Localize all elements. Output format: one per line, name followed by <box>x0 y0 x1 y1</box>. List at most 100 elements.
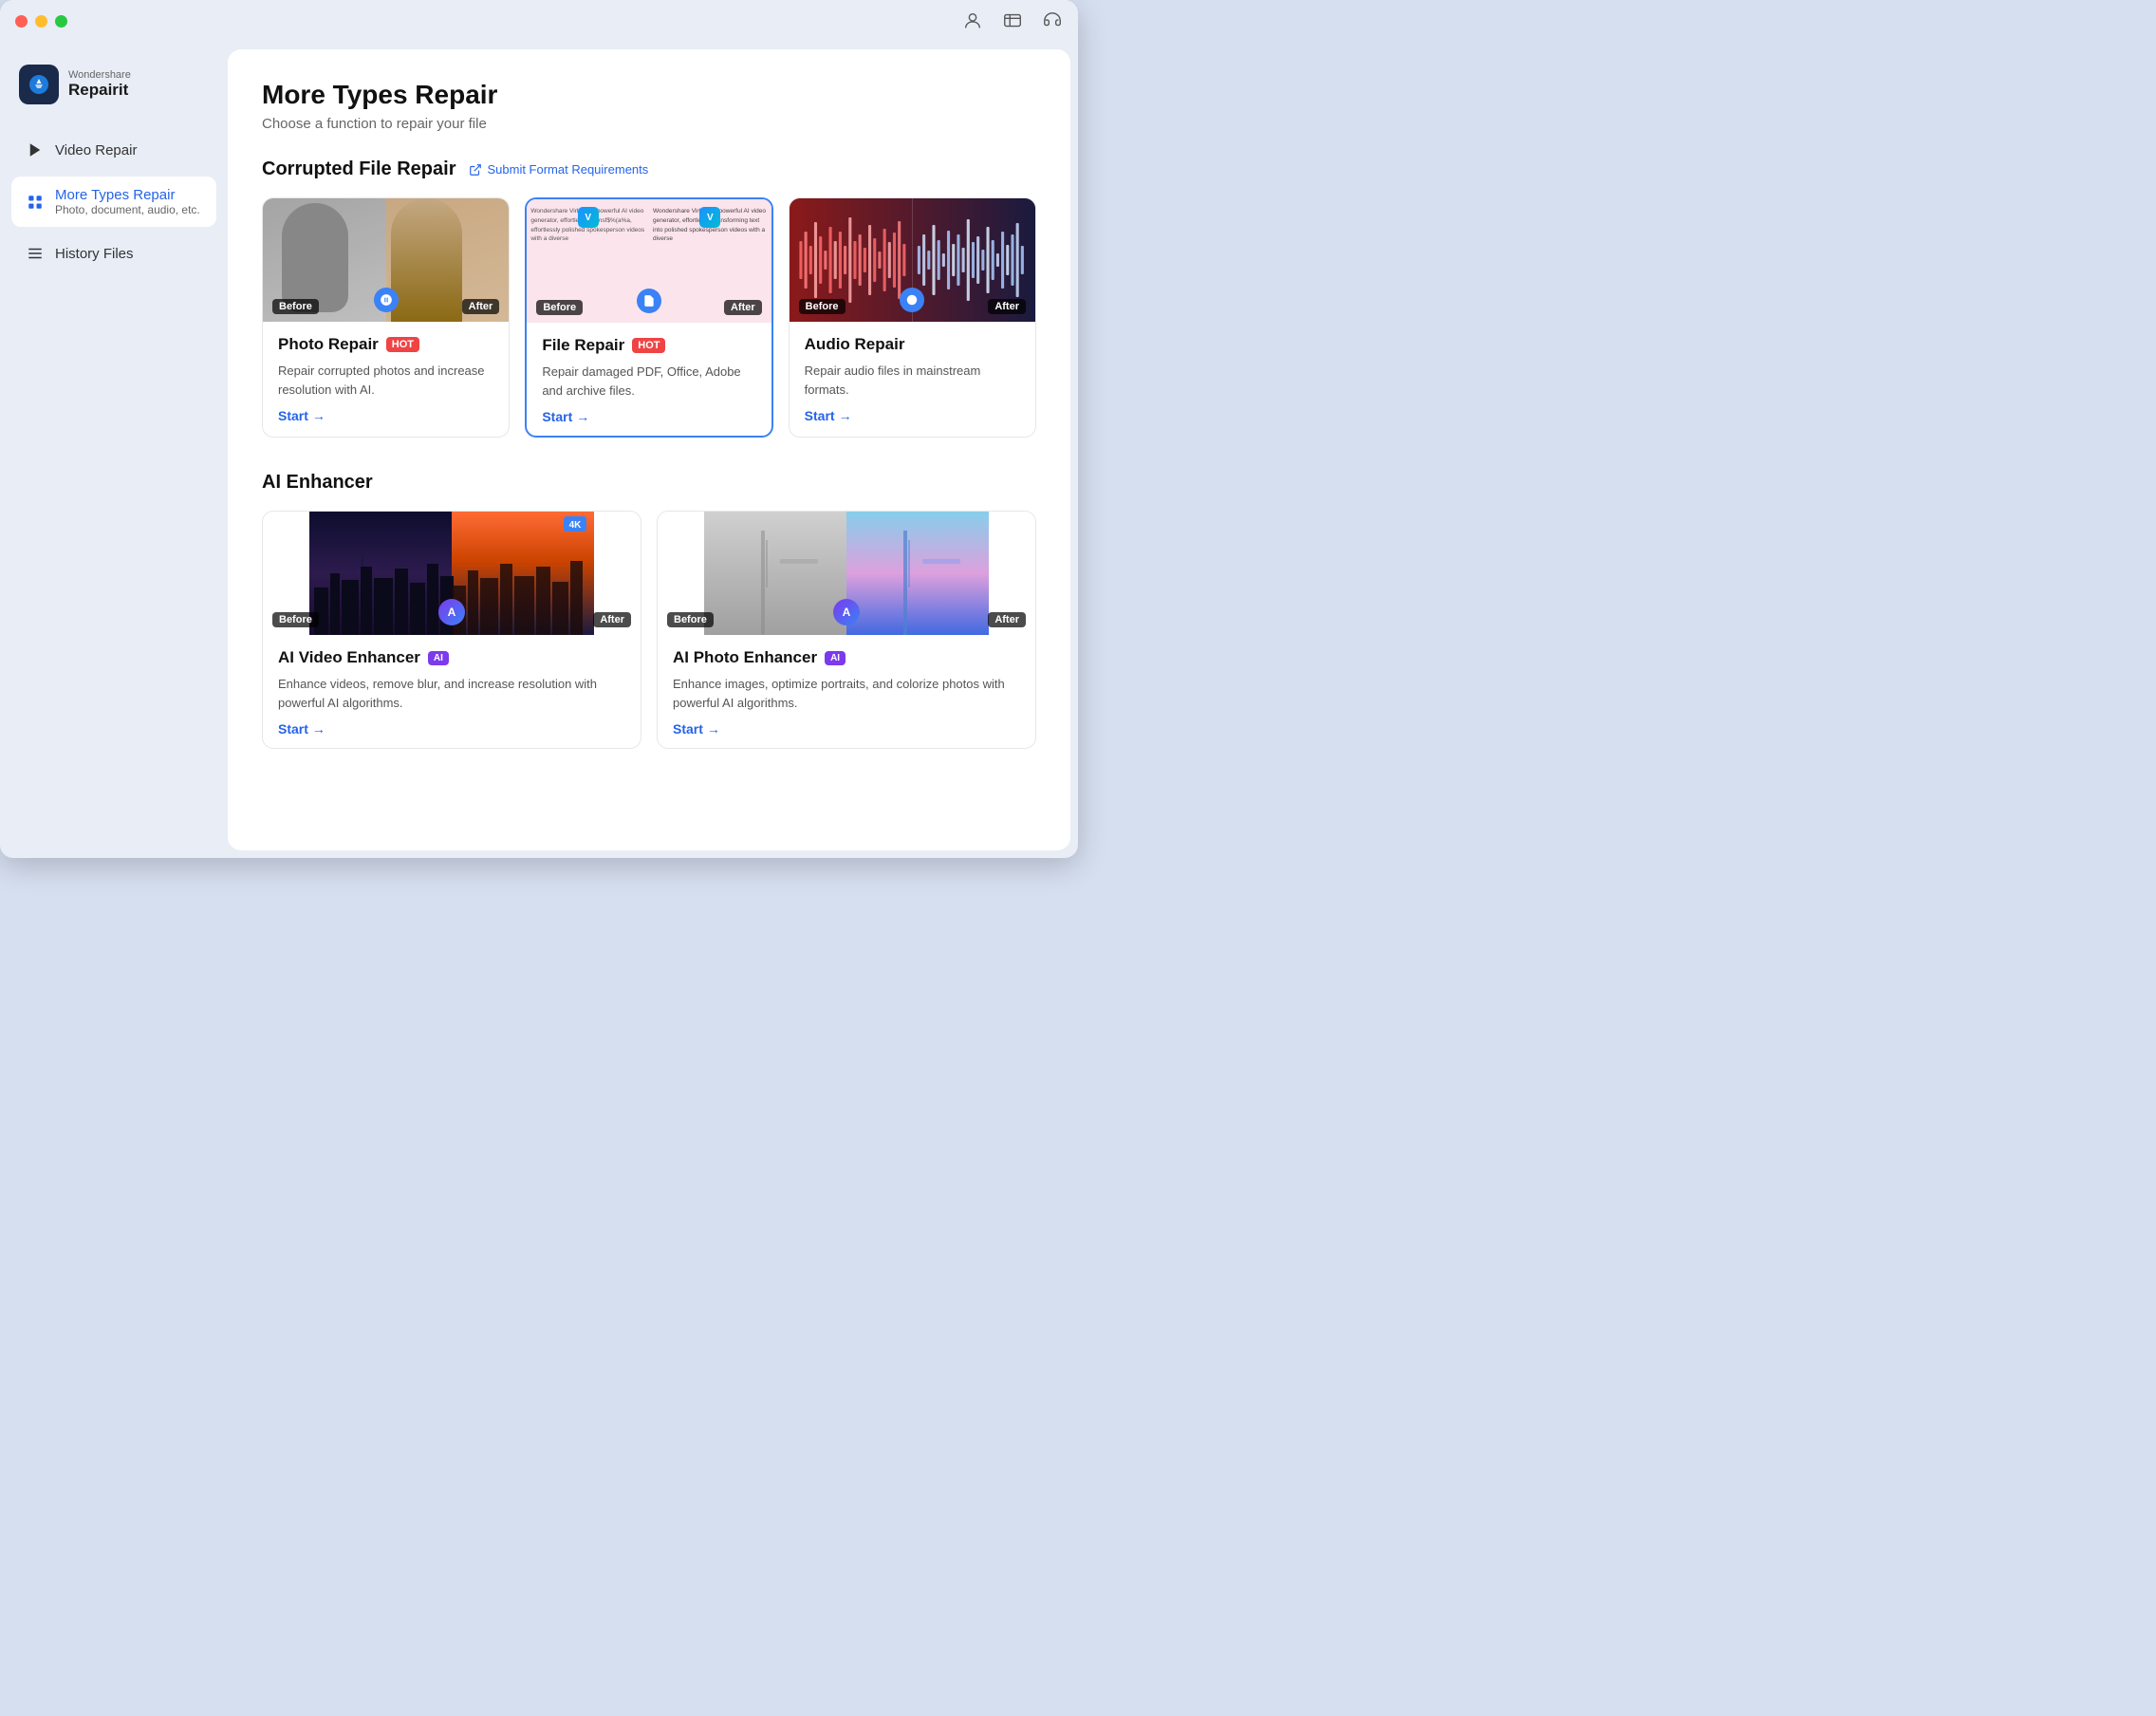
audio-after-label: After <box>988 299 1026 314</box>
audio-repair-title: Audio Repair <box>805 335 905 354</box>
logo-text: Wondershare Repairit <box>68 69 131 100</box>
account-icon[interactable] <box>962 10 983 31</box>
audio-repair-content: Audio Repair Repair audio files in mains… <box>790 322 1035 435</box>
close-button[interactable] <box>15 15 28 28</box>
page-title: More Types Repair <box>262 80 1036 110</box>
section-header-ai: AI Enhancer <box>262 472 1036 494</box>
file-repair-card[interactable]: Wondershare Virbo is a powerful AI video… <box>525 197 772 438</box>
more-types-label-wrap: More Types Repair Photo, document, audio… <box>55 187 200 216</box>
file-repair-arrow: → <box>576 409 589 424</box>
logo-area: Wondershare Repairit <box>11 57 216 123</box>
video-icon <box>25 140 46 160</box>
ai-photo-content: AI Photo Enhancer AI Enhance images, opt… <box>658 635 1035 748</box>
ai-photo-start[interactable]: Start → <box>673 721 1020 737</box>
ai-cards-grid: 4K A Before After AI Video Enhancer AI <box>262 511 1036 749</box>
ai-photo-start-label: Start <box>673 721 703 737</box>
minimize-button[interactable] <box>35 15 47 28</box>
logo-wondershare: Wondershare <box>68 69 131 81</box>
file-repair-content: File Repair HOT Repair damaged PDF, Offi… <box>527 323 771 436</box>
ai-video-title-row: AI Video Enhancer AI <box>278 648 625 667</box>
ai-video-enhancer-card[interactable]: 4K A Before After AI Video Enhancer AI <box>262 511 641 749</box>
section-header-corrupted: Corrupted File Repair Submit Format Requ… <box>262 159 1036 180</box>
sidebar-more-types-sub: Photo, document, audio, etc. <box>55 203 200 216</box>
history-icon <box>25 243 46 264</box>
ai-video-image: 4K A Before After <box>263 512 641 635</box>
section-title-ai: AI Enhancer <box>262 472 373 494</box>
ai-photo-badge: AI <box>825 651 846 665</box>
traffic-lights <box>15 15 67 28</box>
section-title-corrupted: Corrupted File Repair <box>262 159 455 180</box>
file-hot-badge: HOT <box>632 338 665 353</box>
audio-repair-desc: Repair audio files in mainstream formats… <box>805 362 1020 399</box>
photo-hot-badge: HOT <box>386 337 419 352</box>
sidebar-item-video-repair[interactable]: Video Repair <box>11 129 216 171</box>
more-types-icon <box>25 192 46 213</box>
ai-photo-arrow: → <box>707 721 720 737</box>
app-body: Wondershare Repairit Video Repair <box>0 42 1078 858</box>
titlebar <box>0 0 1078 42</box>
file-repair-center-icon <box>637 289 661 313</box>
audio-repair-start-label: Start <box>805 408 835 423</box>
chat-icon[interactable] <box>1002 10 1023 31</box>
ai-video-arrow: → <box>312 721 325 737</box>
file-before-label: Before <box>536 300 583 315</box>
video-before-label: Before <box>272 612 319 627</box>
titlebar-actions <box>962 10 1063 31</box>
ai-video-start-label: Start <box>278 721 308 737</box>
external-link-icon <box>469 163 482 177</box>
video-after-label: After <box>593 612 631 627</box>
photo-repair-card[interactable]: Before After Photo Repair HOT Repair cor… <box>262 197 510 438</box>
sidebar-item-history-files[interactable]: History Files <box>11 233 216 274</box>
app-window: Wondershare Repairit Video Repair <box>0 0 1078 858</box>
submit-format-link[interactable]: Submit Format Requirements <box>469 162 648 177</box>
ai-video-start[interactable]: Start → <box>278 721 625 737</box>
photo-repair-image: Before After <box>263 198 509 322</box>
photo-repair-start[interactable]: Start → <box>278 408 493 423</box>
svg-text:4K: 4K <box>569 520 583 531</box>
photo-repair-center-icon <box>374 288 399 312</box>
sidebar-item-more-types-repair[interactable]: More Types Repair Photo, document, audio… <box>11 177 216 227</box>
ai-video-center-icon: A <box>438 599 465 625</box>
ai-photo-desc: Enhance images, optimize portraits, and … <box>673 675 1020 712</box>
file-repair-start-label: Start <box>542 409 572 424</box>
audio-repair-card[interactable]: Before After Audio Repair Repair audio f… <box>789 197 1036 438</box>
audio-repair-arrow: → <box>839 408 852 423</box>
photo-repair-title: Photo Repair <box>278 335 379 354</box>
sidebar-more-types-label: More Types Repair <box>55 187 200 203</box>
audio-repair-title-row: Audio Repair <box>805 335 1020 354</box>
audio-repair-start[interactable]: Start → <box>805 408 1020 423</box>
ai-photo-title: AI Photo Enhancer <box>673 648 817 667</box>
file-after-label: After <box>724 300 762 315</box>
ai-video-title: AI Video Enhancer <box>278 648 420 667</box>
ai-photo-enhancer-card[interactable]: A Before After AI Photo Enhancer AI Enha… <box>657 511 1036 749</box>
photo-repair-arrow: → <box>312 408 325 423</box>
main-content: More Types Repair Choose a function to r… <box>228 49 1070 850</box>
ai-photo-title-row: AI Photo Enhancer AI <box>673 648 1020 667</box>
file-repair-desc: Repair damaged PDF, Office, Adobe and ar… <box>542 363 755 400</box>
photo-before-label: Before <box>272 299 319 314</box>
photo-repair-start-label: Start <box>278 408 308 423</box>
sidebar-video-label: Video Repair <box>55 142 137 159</box>
maximize-button[interactable] <box>55 15 67 28</box>
photo-repair-content: Photo Repair HOT Repair corrupted photos… <box>263 322 509 435</box>
photo-after-label: After <box>462 299 500 314</box>
submit-link-label: Submit Format Requirements <box>487 162 648 177</box>
audio-repair-center-icon <box>900 288 924 312</box>
file-repair-title: File Repair <box>542 336 624 355</box>
audio-repair-image: Before After <box>790 198 1035 322</box>
ai-photo-after-label: After <box>988 612 1026 627</box>
ai-photo-before-label: Before <box>667 612 714 627</box>
photo-repair-desc: Repair corrupted photos and increase res… <box>278 362 493 399</box>
ai-photo-image: A Before After <box>658 512 1035 635</box>
logo-repairit: Repairit <box>68 81 131 100</box>
sidebar-history-label: History Files <box>55 246 134 262</box>
file-repair-start[interactable]: Start → <box>542 409 755 424</box>
photo-repair-title-row: Photo Repair HOT <box>278 335 493 354</box>
file-repair-image: Wondershare Virbo is a powerful AI video… <box>527 199 771 323</box>
ai-photo-center-icon: A <box>833 599 860 625</box>
file-repair-title-row: File Repair HOT <box>542 336 755 355</box>
logo-icon <box>19 65 59 104</box>
support-icon[interactable] <box>1042 10 1063 31</box>
page-subtitle: Choose a function to repair your file <box>262 116 1036 132</box>
ai-video-desc: Enhance videos, remove blur, and increas… <box>278 675 625 712</box>
